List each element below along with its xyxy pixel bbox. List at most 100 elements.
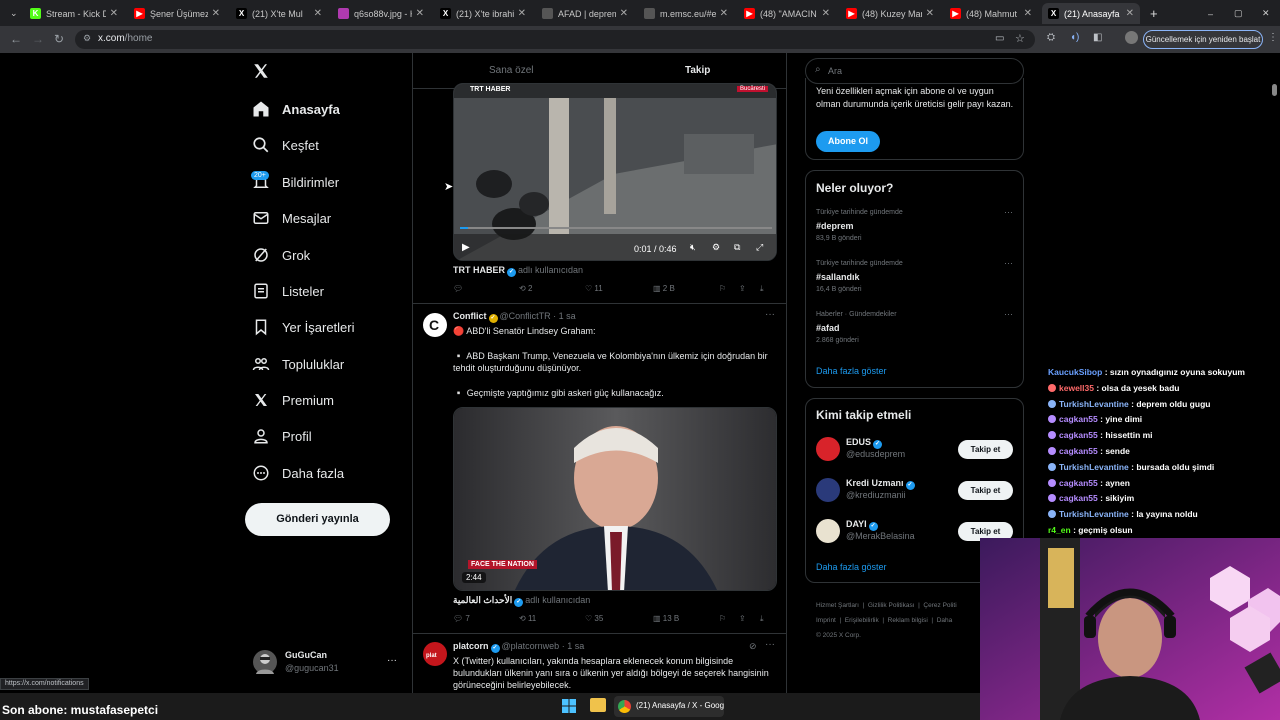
download-icon[interactable]: ⤓ — [760, 284, 764, 294]
share-icon[interactable]: ⇪ — [739, 614, 746, 623]
tab-following[interactable]: Takip — [685, 65, 710, 76]
tab-close-icon[interactable]: ✕ — [926, 8, 934, 19]
site-info-icon[interactable]: ⚙ — [83, 33, 91, 44]
mute-icon[interactable]: 🔇︎ — [690, 242, 696, 253]
footer-link[interactable]: Hizmet Şartları — [816, 602, 859, 609]
nav-item-mail[interactable]: Mesajlar — [250, 203, 331, 233]
views-icon[interactable]: ▥ 2 B — [653, 284, 675, 293]
reply-icon[interactable]: 💬︎ — [453, 284, 463, 293]
retweet-icon[interactable]: ⟲ 11 — [519, 614, 536, 623]
tweet-author-avatar[interactable]: C — [423, 313, 447, 337]
like-icon[interactable]: ♡ 11 — [585, 284, 603, 293]
menu-dots-icon[interactable]: ⋮ — [1268, 32, 1278, 43]
footer-link[interactable]: Gizlilik Politikası — [868, 602, 915, 609]
retweet-icon[interactable]: ⟲ 2 — [519, 284, 532, 293]
tweet-author-avatar[interactable]: plat — [423, 642, 447, 666]
tweet-menu-icon[interactable]: ··· — [765, 639, 775, 650]
trends-show-more[interactable]: Daha fazla göster — [816, 366, 887, 376]
tab-close-icon[interactable]: ✕ — [822, 8, 830, 19]
wtf-show-more[interactable]: Daha fazla göster — [816, 562, 887, 572]
close-window-button[interactable]: ✕ — [1256, 3, 1270, 24]
video-source-attribution[interactable]: الأحداث العالمية ✓ adlı kullanıcıdan — [453, 595, 590, 607]
tab-close-icon[interactable]: ✕ — [518, 8, 526, 19]
back-icon[interactable]: ← — [10, 32, 22, 46]
suggestion-name[interactable]: Kredi Uzmanı ✓ — [846, 478, 917, 490]
suggestion-avatar[interactable] — [816, 519, 840, 543]
trend-tag[interactable]: #afad — [816, 323, 840, 333]
maximize-button[interactable]: ▢ — [1228, 3, 1242, 24]
reply-icon[interactable]: 💬︎ 7 — [453, 614, 470, 623]
browser-tab[interactable]: ▶ (48) "AMACIN N ✕ — [738, 3, 836, 24]
windows-start-icon[interactable] — [562, 699, 576, 713]
nav-item-bookmark[interactable]: Yer İşaretleri — [250, 312, 355, 342]
tab-search-button[interactable]: ⌄ — [4, 3, 22, 24]
follow-button[interactable]: Takip et — [958, 440, 1013, 459]
tab-close-icon[interactable]: ✕ — [212, 8, 220, 19]
browser-tab[interactable]: ▶ (48) Mahmut Usl ✕ — [944, 3, 1038, 24]
subscribe-button[interactable]: Abone Ol — [816, 131, 880, 152]
tab-close-icon[interactable]: ✕ — [110, 8, 118, 19]
suggestion-name[interactable]: EDUS ✓ — [846, 437, 884, 449]
play-icon[interactable]: ▶ — [462, 242, 470, 253]
tab-close-icon[interactable]: ✕ — [1024, 8, 1032, 19]
nav-item-search[interactable]: Keşfet — [250, 130, 319, 160]
footer-link[interactable]: Çerez Politi — [923, 602, 956, 609]
trend-tag[interactable]: #deprem — [816, 221, 854, 231]
suggestion-avatar[interactable] — [816, 478, 840, 502]
address-bar[interactable]: ⚙ x.com/home ▭ ☆ — [75, 30, 1035, 49]
video-source-attribution[interactable]: TRT HABER ✓ adlı kullanıcıdan — [453, 265, 583, 277]
browser-tab[interactable]: ▶ (48) Kuzey Marm ✕ — [840, 3, 940, 24]
nav-item-list[interactable]: Listeler — [250, 276, 324, 306]
reload-icon[interactable]: ↻ — [54, 32, 64, 46]
footer-link[interactable]: Reklam bilgisi — [888, 617, 928, 624]
x-logo-icon[interactable] — [252, 62, 272, 82]
share-icon[interactable]: ⇪ — [739, 284, 746, 293]
browser-tab[interactable]: X (21) X'te Mul ✕ — [230, 3, 328, 24]
tab-close-icon[interactable]: ✕ — [720, 8, 728, 19]
tab-close-icon[interactable]: ✕ — [416, 8, 424, 19]
browser-tab[interactable]: K Stream - Kick Da ✕ — [24, 3, 124, 24]
trend-tag[interactable]: #sallandık — [816, 272, 860, 282]
star-icon[interactable]: ☆ — [1015, 32, 1025, 45]
tweet-author[interactable]: Conflict ✓ @ConflictTR · 1 sa — [453, 311, 576, 323]
tab-close-icon[interactable]: ✕ — [1126, 8, 1134, 19]
download-icon[interactable]: ⤓ — [760, 614, 764, 624]
trend-menu-icon[interactable]: ··· — [1004, 258, 1013, 268]
grok-explain-icon[interactable]: ⊘ — [749, 641, 757, 652]
footer-link[interactable]: Imprint — [816, 617, 836, 624]
browser-tab[interactable]: X (21) Anasayfa / X ✕ — [1042, 3, 1140, 24]
trend-menu-icon[interactable]: ··· — [1004, 207, 1013, 217]
nav-item-grok[interactable]: Grok — [250, 240, 310, 270]
nav-item-home[interactable]: Anasayfa — [250, 94, 340, 124]
like-icon[interactable]: ♡ 35 — [585, 614, 603, 623]
browser-tab[interactable]: ▶ Şener Üşümezso ✕ — [128, 3, 226, 24]
footer-link[interactable]: Erişilebilirlik — [845, 617, 879, 624]
puzzle-icon[interactable]: ◧ — [1093, 32, 1102, 43]
audio-icon[interactable]: ◖) — [1070, 32, 1079, 43]
pip-icon[interactable]: ⧉ — [734, 242, 740, 253]
tab-for-you[interactable]: Sana özel — [489, 65, 533, 76]
nav-item-profile[interactable]: Profil — [250, 421, 312, 451]
new-tab-button[interactable]: + — [1144, 3, 1162, 24]
trend-menu-icon[interactable]: ··· — [1004, 309, 1013, 319]
suggestion-avatar[interactable] — [816, 437, 840, 461]
browser-tab[interactable]: q6so88v.jpg - Hi ✕ — [332, 3, 430, 24]
browser-tab[interactable]: AFAD | deprem.a ✕ — [536, 3, 634, 24]
video-player[interactable]: FACE THE NATION 2:44 — [453, 407, 777, 591]
tweet-menu-icon[interactable]: ··· — [765, 309, 775, 320]
user-avatar[interactable] — [253, 650, 277, 674]
file-explorer-icon[interactable] — [590, 698, 606, 712]
update-restart-button[interactable]: Güncellemek için yeniden başlat — [1143, 30, 1263, 49]
browser-tab[interactable]: X (21) X'te ibrahim ✕ — [434, 3, 532, 24]
views-icon[interactable]: ▥ 13 B — [653, 614, 679, 623]
bookmark-icon[interactable]: ⚐ — [719, 614, 726, 623]
page-scrollbar[interactable] — [1272, 84, 1277, 96]
video-player[interactable]: TRT HABER Bucăresti ▶ 0:01 / 0:46 🔇︎ ⚙ ⧉… — [453, 83, 777, 261]
nav-item-x[interactable]: Premium — [250, 385, 334, 415]
account-menu-icon[interactable]: ··· — [387, 655, 397, 666]
taskbar-chrome-item[interactable]: (21) Anasayfa / X - Goog — [614, 696, 724, 717]
post-button[interactable]: Gönderi yayınla — [245, 503, 390, 536]
tab-close-icon[interactable]: ✕ — [620, 8, 628, 19]
browser-tab[interactable]: m.emsc.eu/#eart ✕ — [638, 3, 734, 24]
tweet-author[interactable]: platcorn ✓ @platcornweb · 1 sa — [453, 641, 584, 653]
